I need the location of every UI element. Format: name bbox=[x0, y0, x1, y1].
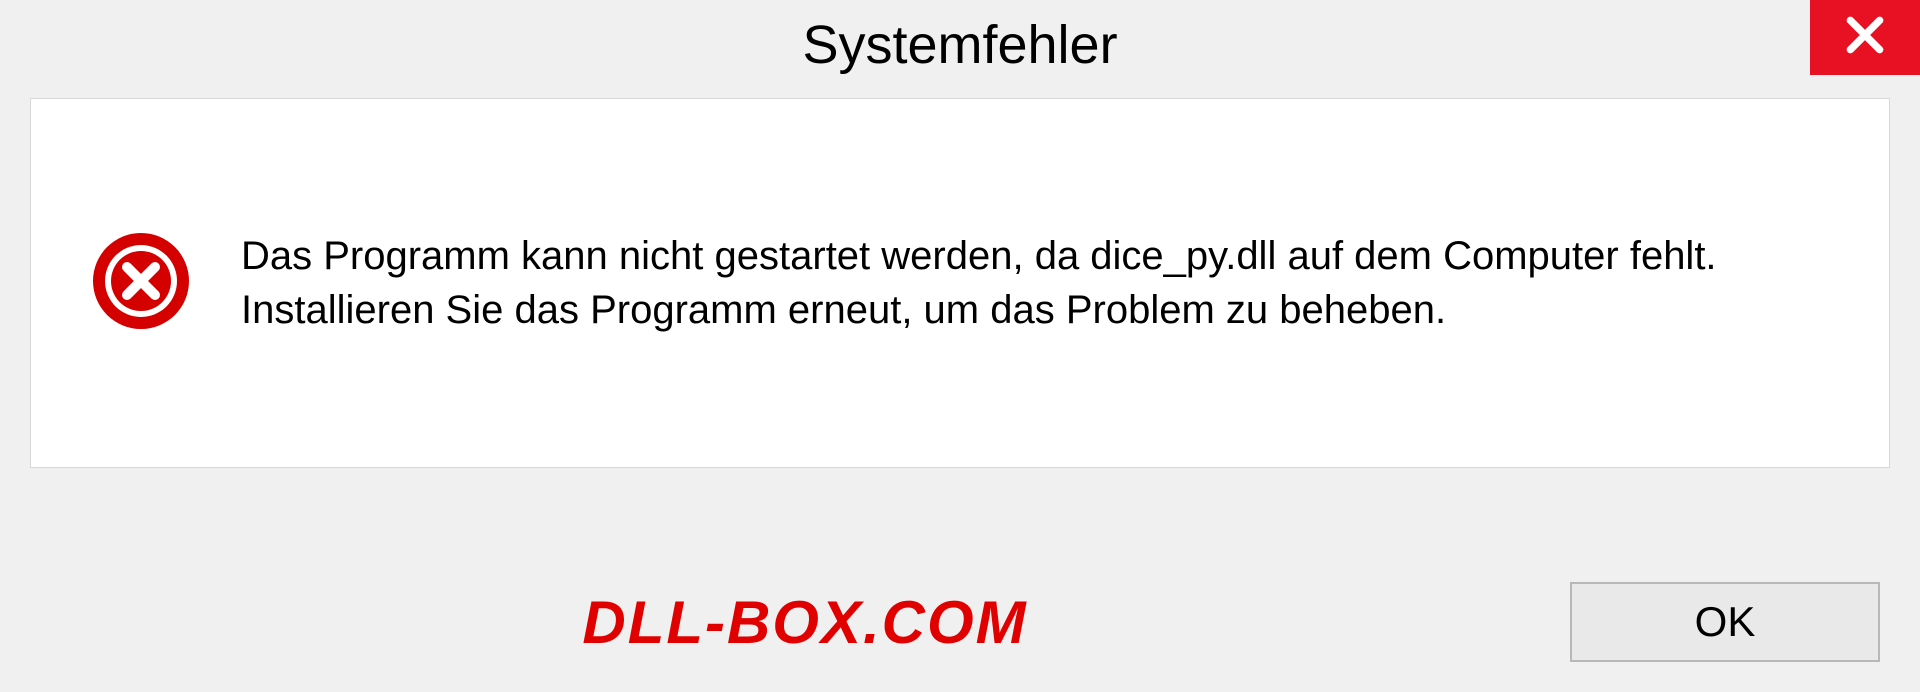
close-button[interactable] bbox=[1810, 0, 1920, 75]
dialog-title: Systemfehler bbox=[802, 14, 1117, 76]
content-panel: Das Programm kann nicht gestartet werden… bbox=[30, 98, 1890, 468]
watermark-text: DLL-BOX.COM bbox=[40, 588, 1570, 657]
title-bar: Systemfehler bbox=[0, 0, 1920, 90]
close-icon bbox=[1843, 13, 1887, 62]
ok-button[interactable]: OK bbox=[1570, 582, 1880, 662]
error-message: Das Programm kann nicht gestartet werden… bbox=[241, 229, 1791, 337]
dialog-footer: DLL-BOX.COM OK bbox=[0, 582, 1920, 662]
error-icon bbox=[91, 231, 191, 336]
